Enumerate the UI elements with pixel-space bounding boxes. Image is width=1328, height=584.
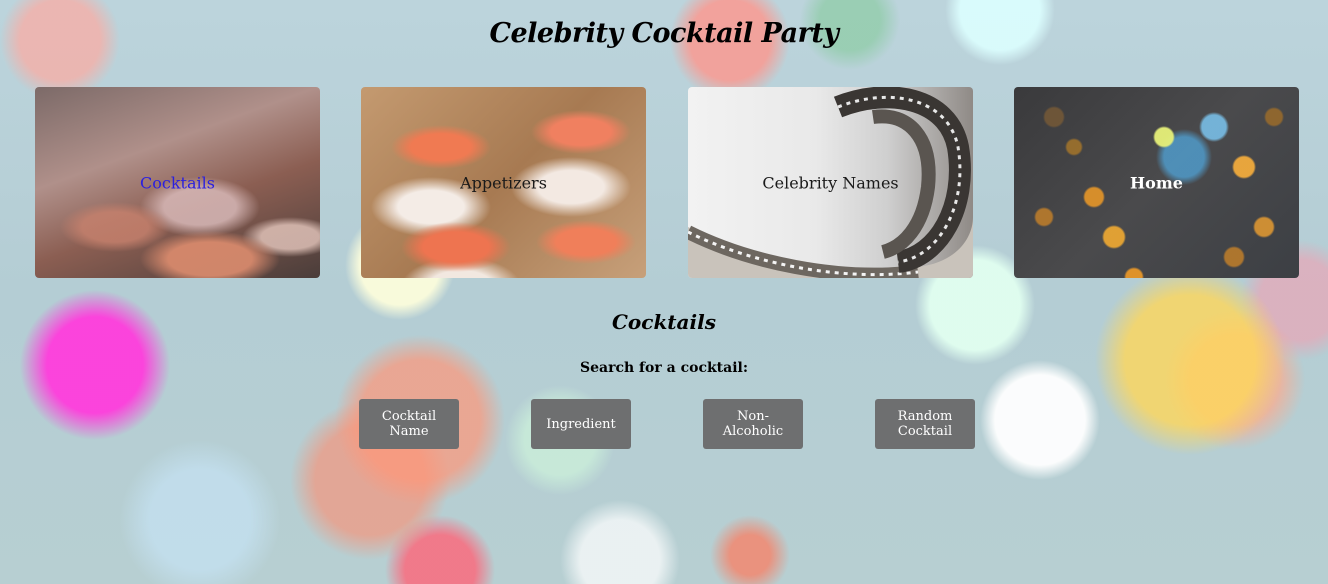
site-title: Celebrity Cocktail Party	[489, 18, 839, 49]
page-content: Celebrity Cocktail Party Cocktails Appet…	[0, 0, 1328, 584]
nav-card-label[interactable]: Celebrity Names	[688, 173, 973, 192]
search-label: Search for a cocktail:	[579, 360, 749, 376]
nav-card-celebrity-names[interactable]: Celebrity Names	[688, 87, 973, 278]
nav-card-label[interactable]: Home	[1014, 173, 1299, 192]
nav-card-label[interactable]: Appetizers	[361, 173, 646, 192]
nav-card-home[interactable]: Home	[1014, 87, 1299, 278]
nav-card-cocktails[interactable]: Cocktails	[35, 87, 320, 278]
nav-card-label[interactable]: Cocktails	[35, 173, 320, 192]
section-title: Cocktails	[612, 310, 716, 334]
non-alcoholic-button[interactable]: Non-Alcoholic	[703, 399, 803, 449]
nav-card-appetizers[interactable]: Appetizers	[361, 87, 646, 278]
ingredient-button[interactable]: Ingredient	[531, 399, 631, 449]
random-cocktail-button[interactable]: Random Cocktail	[875, 399, 975, 449]
cocktail-name-button[interactable]: Cocktail Name	[359, 399, 459, 449]
